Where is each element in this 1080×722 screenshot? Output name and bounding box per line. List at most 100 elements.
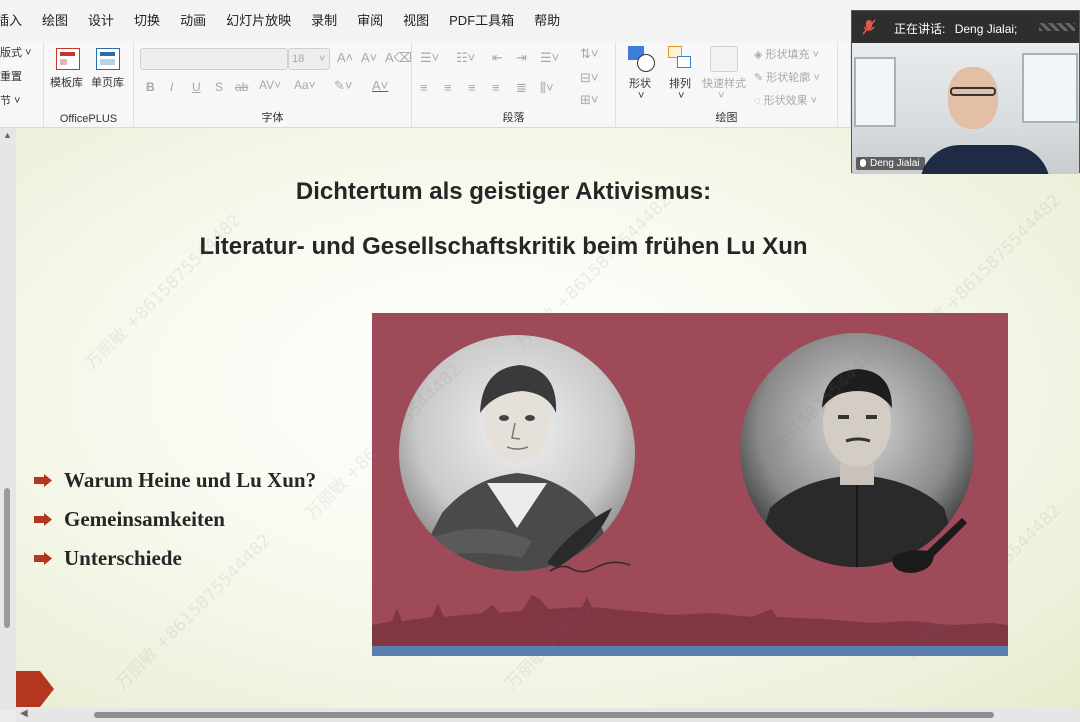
- ribbon-group-officeplus: 模板库 单页库 OfficePLUS: [44, 42, 134, 128]
- font-size-field[interactable]: 18 ˅: [288, 48, 330, 70]
- menu-slideshow[interactable]: 幻灯片放映: [216, 0, 301, 42]
- char-spacing-icon[interactable]: AV˅: [259, 78, 281, 92]
- shape-effects-button[interactable]: ◌ 形状效果 ˅: [754, 92, 817, 108]
- smartart-icon[interactable]: ⊞˅: [580, 92, 598, 108]
- clear-format-icon[interactable]: A⌫: [385, 50, 412, 66]
- slide-title[interactable]: Dichtertum als geistiger Aktivismus:: [16, 178, 991, 206]
- layout-button[interactable]: 版式 ˅: [0, 44, 31, 60]
- panel-artwork: [372, 333, 1008, 656]
- menu-pdf-tools[interactable]: PDF工具箱: [439, 0, 524, 42]
- app-window: 插入 绘图 设计 切换 动画 幻灯片放映 录制 审阅 视图 PDF工具箱 帮助 …: [0, 0, 1080, 722]
- ribbon-group-drawing: 形状 ˅ 排列 ˅ 快速样式 ˅ ◈ 形状填充 ˅ ✎ 形状轮廓 ˅ ◌ 形状效…: [616, 42, 838, 128]
- chevron-down-icon: ˅: [319, 53, 326, 65]
- slide-canvas[interactable]: Dichtertum als geistiger Aktivismus: Lit…: [16, 128, 1080, 708]
- ribbon-group-paragraph: ☰˅ ☷˅ ⇤ ⇥ ☰˅ ⇅˅ ≡ ≡ ≡ ≡ ≣ ⫼˅ ⊟˅ ⊞˅ 段落: [412, 42, 616, 128]
- menu-view[interactable]: 视图: [393, 0, 439, 42]
- menu-help[interactable]: 帮助: [524, 0, 570, 42]
- strikethrough-button[interactable]: ab: [235, 80, 248, 94]
- align-text-icon[interactable]: ⊟˅: [580, 70, 598, 86]
- menu-animations[interactable]: 动画: [170, 0, 216, 42]
- bullet-text: Unterschiede: [64, 546, 182, 570]
- shape-fill-button[interactable]: ◈ 形状填充 ˅: [754, 46, 819, 62]
- shapes-button[interactable]: 形状: [629, 75, 651, 91]
- video-call-overlay[interactable]: 正在讲话: Deng Jialai; Deng Jialai: [851, 10, 1080, 174]
- chevron-down-icon: ˅: [638, 90, 645, 102]
- ribbon: 版式 ˅ 重置 节 ˅ 模板库 单页库 OfficePLUS 18 ˅ A˄ A…: [0, 42, 850, 128]
- list-item: Unterschiede: [34, 539, 316, 578]
- bullet-text: Warum Heine und Lu Xun?: [64, 468, 317, 492]
- line-spacing-icon[interactable]: ☰˅: [540, 50, 559, 66]
- speaking-label: 正在讲话:: [894, 22, 946, 36]
- quick-styles-button[interactable]: 快速样式: [702, 75, 746, 91]
- align-right-icon[interactable]: ≡: [468, 80, 476, 95]
- ribbon-group-font: 18 ˅ A˄ A˅ A⌫ B I U S ab AV˅ Aa˅ ✎˅ A˅ 字…: [134, 42, 412, 128]
- template-library-icon: [56, 48, 80, 70]
- participant-name-tag: Deng Jialai: [856, 157, 926, 170]
- drawing-group-label: 绘图: [715, 112, 738, 124]
- vertical-scrollbar[interactable]: ▲: [0, 128, 16, 710]
- font-group-label: 字体: [261, 112, 284, 124]
- scroll-up-icon[interactable]: ▲: [3, 130, 12, 140]
- video-header: 正在讲话: Deng Jialai;: [852, 11, 1079, 43]
- change-case-icon[interactable]: Aa˅: [294, 78, 316, 92]
- shapes-icon: [628, 46, 658, 74]
- list-item: Gemeinsamkeiten: [34, 500, 316, 539]
- menu-design[interactable]: 设计: [78, 0, 124, 42]
- horizontal-scrollbar[interactable]: ◀: [16, 708, 1080, 722]
- arrow-bullet-icon: [34, 552, 52, 565]
- section-button[interactable]: 节 ˅: [0, 92, 20, 108]
- text-direction-icon[interactable]: ⇅˅: [580, 46, 598, 62]
- italic-button[interactable]: I: [170, 80, 173, 94]
- shape-outline-button[interactable]: ✎ 形状轮廓 ˅: [754, 69, 820, 85]
- arrow-bullet-icon: [34, 513, 52, 526]
- paragraph-group-label: 段落: [502, 112, 525, 124]
- shadow-button[interactable]: S: [215, 80, 223, 94]
- align-left-icon[interactable]: ≡: [420, 80, 428, 95]
- decrease-font-icon[interactable]: A˅: [361, 50, 377, 65]
- columns-icon[interactable]: ⫼˅: [540, 80, 554, 96]
- increase-font-icon[interactable]: A˄: [337, 50, 353, 65]
- ribbon-group-slides: 版式 ˅ 重置 节 ˅: [0, 42, 44, 128]
- increase-indent-icon[interactable]: ⇥: [516, 50, 527, 66]
- chevron-down-icon: ˅: [718, 90, 725, 102]
- bullet-text: Gemeinsamkeiten: [64, 507, 225, 531]
- menu-review[interactable]: 审阅: [347, 0, 393, 42]
- mic-muted-icon[interactable]: [862, 19, 876, 35]
- scroll-left-icon[interactable]: ◀: [20, 708, 28, 719]
- underline-button[interactable]: U: [192, 80, 201, 94]
- active-speaker: Deng Jialai;: [954, 22, 1018, 36]
- video-menu-icon[interactable]: [1039, 23, 1075, 31]
- arrange-button[interactable]: 排列: [669, 75, 691, 91]
- menu-record[interactable]: 录制: [301, 0, 347, 42]
- menu-draw[interactable]: 绘图: [32, 0, 78, 42]
- vertical-scroll-thumb[interactable]: [4, 488, 10, 628]
- portrait-panel-image[interactable]: [372, 313, 1008, 656]
- bullet-list[interactable]: Warum Heine und Lu Xun? Gemeinsamkeiten …: [34, 461, 316, 578]
- officeplus-group-label: OfficePLUS: [59, 113, 118, 125]
- font-color-icon[interactable]: A˅: [372, 78, 388, 93]
- decrease-indent-icon[interactable]: ⇤: [492, 50, 503, 66]
- arrange-icon: [668, 46, 694, 72]
- participant-video: Deng Jialai: [852, 43, 1079, 174]
- template-library-button[interactable]: 模板库: [50, 74, 83, 90]
- menu-insert[interactable]: 插入: [0, 0, 32, 42]
- arrow-bullet-icon: [34, 474, 52, 487]
- reset-button[interactable]: 重置: [0, 68, 22, 84]
- highlight-icon[interactable]: ✎˅: [334, 78, 352, 94]
- justify-icon[interactable]: ≡: [492, 80, 500, 95]
- horizontal-scroll-thumb[interactable]: [94, 712, 994, 718]
- menu-transitions[interactable]: 切换: [124, 0, 170, 42]
- list-item: Warum Heine und Lu Xun?: [34, 461, 316, 500]
- slide-subtitle[interactable]: Literatur- und Gesellschaftskritik beim …: [16, 233, 991, 261]
- chevron-down-icon: ˅: [678, 90, 685, 102]
- single-page-library-icon: [96, 48, 120, 70]
- align-center-icon[interactable]: ≡: [444, 80, 452, 95]
- quick-styles-icon: [710, 46, 738, 72]
- single-page-library-button[interactable]: 单页库: [91, 74, 124, 90]
- mic-icon: [860, 159, 866, 167]
- bullets-icon[interactable]: ☰˅: [420, 50, 439, 66]
- numbering-icon[interactable]: ☷˅: [456, 50, 475, 66]
- bold-button[interactable]: B: [146, 80, 155, 94]
- distribute-icon[interactable]: ≣: [516, 80, 527, 96]
- font-name-field[interactable]: [140, 48, 288, 70]
